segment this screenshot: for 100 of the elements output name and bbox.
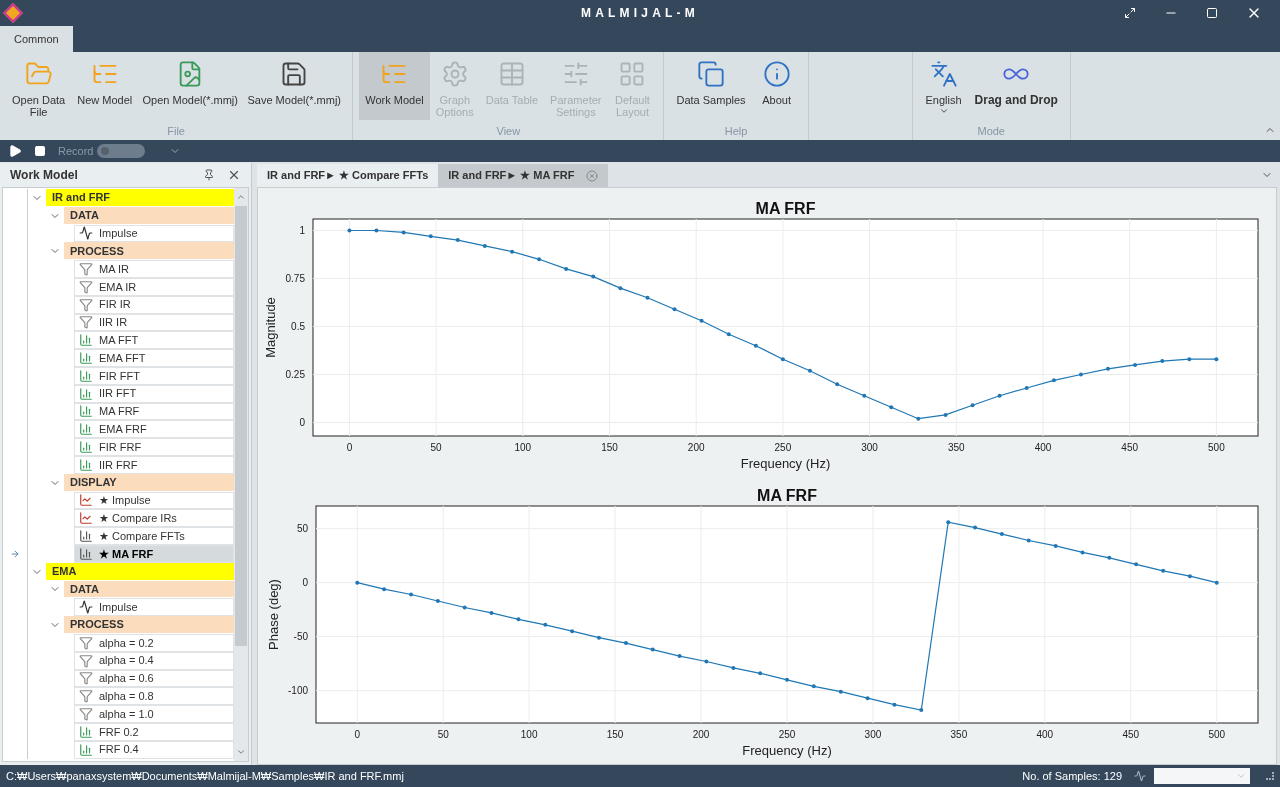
data-point (973, 525, 978, 530)
bar-chart-icon (79, 351, 93, 366)
data-point (1106, 366, 1110, 371)
tree-item[interactable]: EMA FFT (74, 349, 234, 367)
tree-item-label: FRF 0.4 (99, 742, 139, 758)
language-icon (929, 60, 958, 88)
data-point (889, 405, 894, 410)
restore-layout-icon[interactable] (1124, 7, 1136, 19)
funnel-icon (79, 653, 93, 668)
data-point (618, 286, 623, 291)
y-tick-label: 0.5 (291, 321, 305, 333)
data-point (862, 393, 867, 398)
tree-item-label: FRF 0.2 (99, 724, 139, 740)
ribbon-button[interactable]: Work Model (359, 52, 430, 120)
tree-item[interactable]: MA FFT (74, 331, 234, 350)
tree-category-row[interactable]: PROCESS (64, 242, 234, 261)
tree-item[interactable]: ★ Compare IRs (74, 509, 234, 528)
data-point (997, 393, 1002, 398)
tree-item-label: alpha = 0.6 (99, 671, 154, 687)
tree-item[interactable]: alpha = 1.0 (74, 705, 234, 723)
funnel-icon (79, 671, 93, 686)
tree-item-label: ★ Compare FFTs (99, 528, 185, 544)
dropdown-caret-icon[interactable] (1236, 771, 1246, 781)
scroll-down-icon[interactable] (236, 747, 246, 757)
x-tick-label: 0 (354, 729, 361, 740)
data-point (916, 416, 921, 421)
tree-item[interactable]: ★ Compare FFTs (74, 527, 234, 545)
tree-item-label: alpha = 0.8 (99, 688, 154, 704)
data-point (807, 368, 812, 373)
wave-icon (79, 226, 93, 241)
y-tick-label: 0 (299, 417, 305, 429)
data-point (1214, 580, 1219, 585)
tree-item[interactable]: MA IR (74, 260, 234, 278)
line-chart-icon (79, 493, 93, 508)
tree-item[interactable]: FIR FRF (74, 438, 234, 456)
ribbon-button[interactable]: English (918, 52, 969, 120)
ribbon-button[interactable]: Save Model(*.mmj) (242, 52, 347, 120)
data-point (1078, 372, 1083, 377)
tree-item[interactable]: Impulse (74, 598, 234, 617)
data-point (537, 257, 542, 262)
ribbon-tab[interactable]: Common (0, 26, 73, 52)
scroll-up-icon[interactable] (236, 192, 246, 202)
bar-chart-icon (79, 386, 93, 401)
data-point (731, 665, 736, 670)
record-toggle[interactable] (97, 144, 146, 158)
data-point (650, 647, 655, 652)
y-tick-label: 1 (299, 225, 305, 236)
ribbon-button[interactable]: Open Model(*.mmj) (138, 52, 243, 120)
tree-item-label: EMA FFT (99, 350, 146, 366)
close-icon[interactable] (227, 168, 241, 182)
x-tick-label: 100 (520, 729, 538, 740)
funnel-icon (79, 315, 93, 330)
data-point (943, 412, 948, 417)
bar-chart-icon (79, 368, 93, 383)
data-point (919, 708, 924, 713)
record-label: Record (58, 143, 94, 159)
tree-group-row[interactable]: IR and FRF (46, 189, 234, 207)
data-point (564, 266, 569, 271)
scrollbar[interactable] (234, 188, 248, 761)
funnel-icon (79, 297, 93, 312)
maximize-icon[interactable] (1206, 7, 1218, 19)
data-point (428, 234, 433, 239)
data-point (596, 635, 601, 640)
document-tab[interactable]: IR and FRF► ★ MA FRF (438, 164, 609, 187)
data-point (892, 702, 897, 707)
combo-field[interactable] (1154, 768, 1250, 784)
stop-icon[interactable] (34, 145, 46, 157)
ribbon-button[interactable]: Data Samples (670, 52, 752, 120)
x-tick-label: 200 (687, 442, 705, 453)
ribbon-button[interactable]: Drag and Drop (968, 52, 1064, 120)
x-axis-label: Frequency (Hz) (740, 456, 831, 471)
ribbon-button[interactable]: Open Data File (6, 52, 72, 120)
panel-title: Work Model (10, 167, 78, 184)
tree-group-row[interactable]: EMA (46, 562, 234, 581)
play-icon[interactable] (8, 144, 22, 158)
data-point (811, 684, 816, 689)
window-title: MALMIJAL-M (581, 5, 699, 22)
resize-grip-icon[interactable] (1266, 772, 1274, 780)
data-point (382, 587, 387, 592)
data-point (1133, 362, 1138, 367)
data-point (401, 230, 406, 235)
tree-item[interactable]: EMA FRF (74, 420, 234, 439)
chart-title: MA FRF (755, 200, 816, 217)
tree-item-label: ★ MA FRF (99, 546, 154, 562)
y-tick-label: -100 (288, 685, 308, 697)
close-tab-icon[interactable] (586, 169, 599, 182)
tree-item[interactable]: alpha = 0.8 (74, 687, 234, 706)
tree-category-row[interactable]: PROCESS (64, 616, 234, 634)
tree-item-label: alpha = 1.0 (99, 706, 154, 722)
data-point (785, 677, 789, 682)
pin-icon[interactable] (203, 169, 215, 181)
data-point (1051, 378, 1056, 383)
ribbon-button[interactable]: About (751, 52, 802, 120)
bar-chart-icon (79, 529, 93, 544)
data-point (543, 622, 548, 627)
x-tick-label: 450 (1121, 442, 1139, 453)
ribbon-button[interactable]: New Model (71, 52, 139, 120)
ribbon-group-label: View (495, 124, 522, 139)
data-point (510, 249, 515, 254)
document-tab[interactable]: IR and FRF► ★ Compare FFTs (257, 164, 439, 187)
